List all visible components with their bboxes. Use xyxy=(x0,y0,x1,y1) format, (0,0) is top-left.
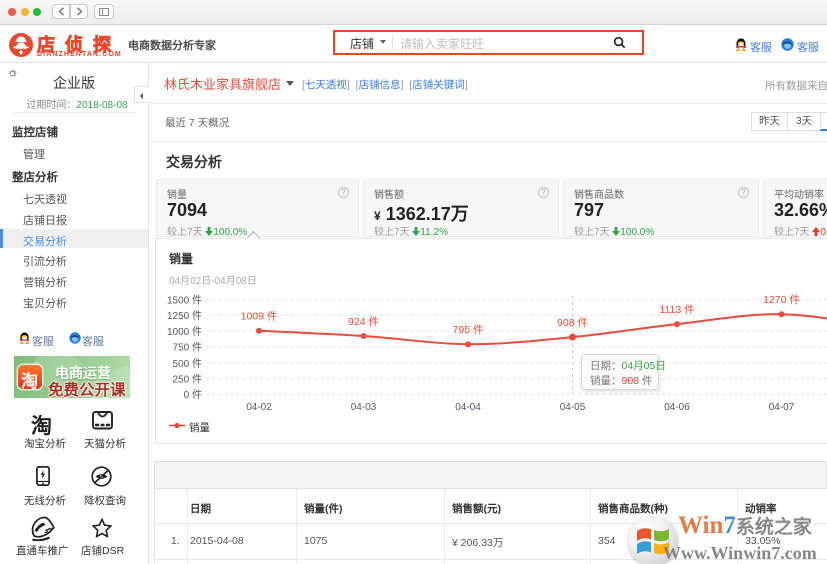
svg-text:1270 件: 1270 件 xyxy=(763,294,800,306)
svg-text:500 件: 500 件 xyxy=(173,358,202,370)
svg-text:0 件: 0 件 xyxy=(184,389,202,401)
svg-text:04-05: 04-05 xyxy=(560,402,586,413)
svg-text:908 件: 908 件 xyxy=(557,317,588,329)
svg-text:795 件: 795 件 xyxy=(453,324,484,336)
svg-text:04-07: 04-07 xyxy=(769,402,795,413)
svg-text:04-04: 04-04 xyxy=(455,402,481,413)
svg-text:250 件: 250 件 xyxy=(173,374,202,386)
svg-text:1250 件: 1250 件 xyxy=(167,310,202,322)
svg-text:924 件: 924 件 xyxy=(348,316,379,328)
svg-text:750 件: 750 件 xyxy=(173,342,202,354)
svg-text:04-06: 04-06 xyxy=(664,402,690,413)
svg-text:1000 件: 1000 件 xyxy=(167,326,202,338)
svg-text:1009 件: 1009 件 xyxy=(241,311,278,323)
svg-text:1500 件: 1500 件 xyxy=(167,295,202,307)
svg-text:04-03: 04-03 xyxy=(351,402,377,413)
svg-text:1113 件: 1113 件 xyxy=(659,304,694,316)
svg-text:04-02: 04-02 xyxy=(246,402,272,413)
